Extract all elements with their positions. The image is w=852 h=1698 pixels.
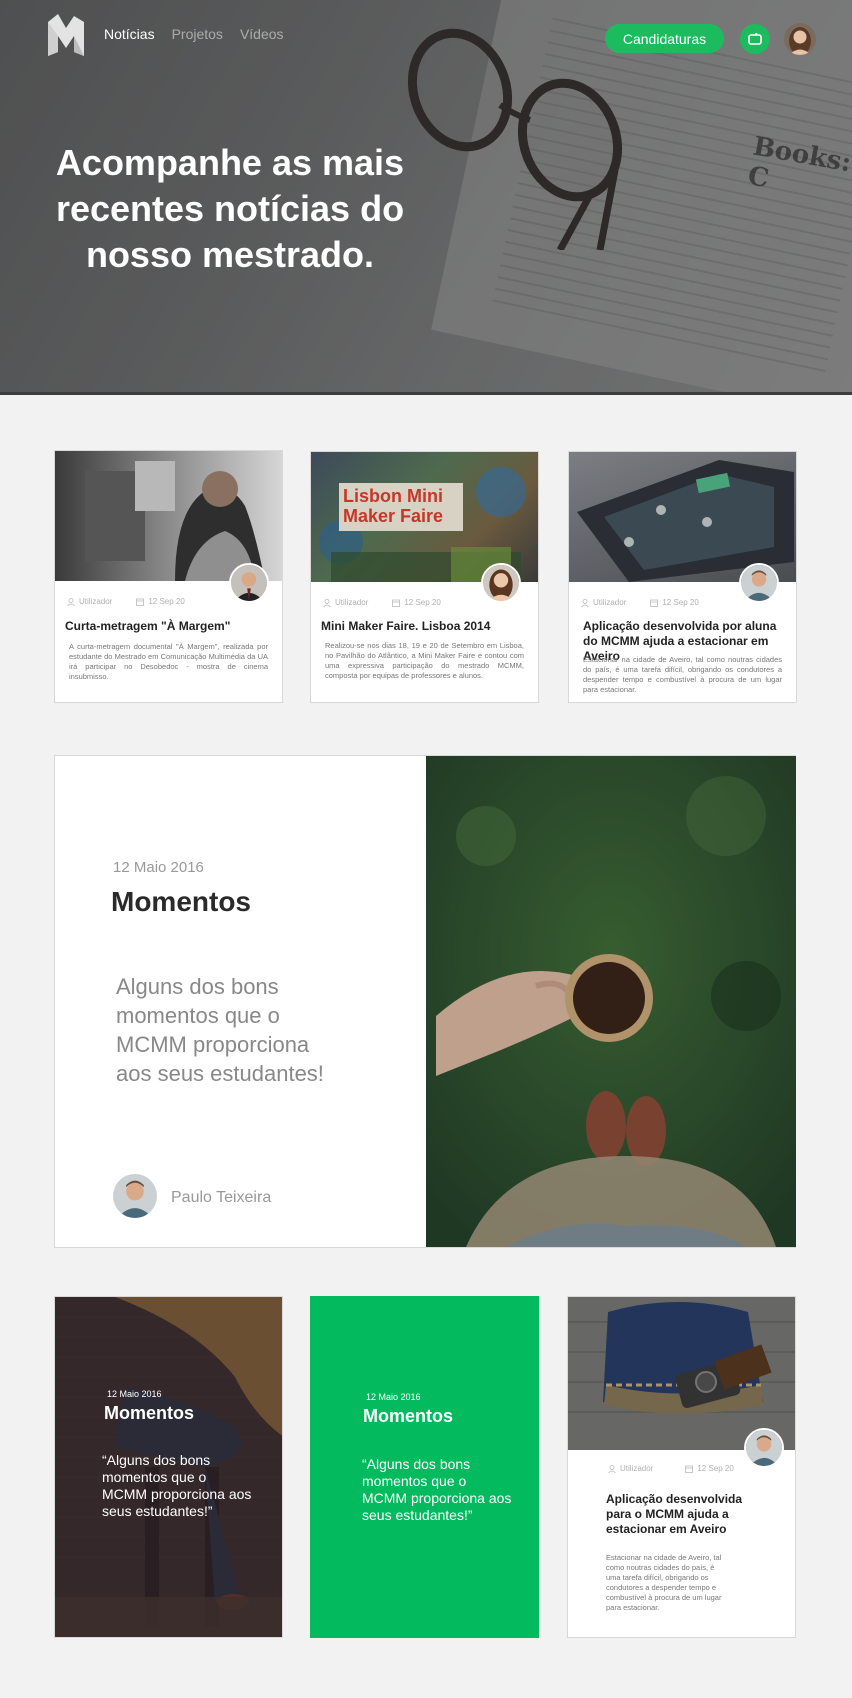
logo-icon[interactable] — [44, 12, 88, 58]
feature-text: Alguns dos bons momentos que o MCMM prop… — [116, 974, 324, 1086]
feature-date: 12 Maio 2016 — [113, 859, 204, 876]
card-excerpt: Realizou-se nos dias 18, 19 e 20 de Sete… — [325, 641, 524, 680]
calendar-icon — [392, 599, 401, 607]
user-icon — [581, 598, 589, 607]
card-meta: Utilizador 12 Sep 20 — [608, 1464, 734, 1473]
calendar-icon — [650, 599, 659, 607]
tile-title[interactable]: Momentos — [363, 1406, 453, 1427]
moment-tile[interactable]: 12 Maio 2016 Momentos “Alguns dos bons m… — [310, 1296, 539, 1638]
feature-card[interactable]: 12 Maio 2016 Momentos Alguns dos bons mo… — [54, 755, 796, 1248]
tile-quote: “Alguns dos bons momentos que o MCMM pro… — [102, 1452, 252, 1519]
card-title[interactable]: Mini Maker Faire. Lisboa 2014 — [321, 619, 528, 634]
card-excerpt: Estacionar na cidade de Aveiro, tal como… — [606, 1553, 722, 1612]
card-meta: Utilizador 12 Sep 20 — [581, 598, 699, 607]
author-avatar — [739, 563, 779, 603]
news-card[interactable]: Utilizador 12 Sep 20 Curta-metragem "À M… — [54, 450, 283, 703]
card-date: 12 Sep 20 — [148, 597, 185, 606]
hero-banner: Books: C Notícias Projetos Vídeos Candid… — [0, 0, 852, 395]
card-title[interactable]: Curta-metragem "À Margem" — [65, 619, 272, 634]
tile-quote: “Alguns dos bons momentos que o MCMM pro… — [362, 1456, 512, 1523]
feature-author-avatar — [113, 1174, 157, 1218]
feature-title[interactable]: Momentos — [111, 886, 251, 918]
calendar-icon — [136, 598, 145, 606]
author-avatar — [229, 563, 269, 603]
feature-image — [426, 756, 796, 1247]
card-excerpt: Estacionar na cidade de Aveiro, tal como… — [583, 655, 782, 694]
nav-videos[interactable]: Vídeos — [240, 26, 284, 42]
tile-date: 12 Maio 2016 — [107, 1389, 162, 1399]
card-date: 12 Sep 20 — [662, 598, 699, 607]
card-author: Utilizador — [593, 598, 627, 607]
user-icon — [608, 1464, 616, 1473]
tv-icon — [748, 33, 762, 45]
calendar-icon — [685, 1465, 694, 1473]
hero-border — [0, 392, 852, 395]
tv-button[interactable] — [740, 24, 770, 54]
candidaturas-button[interactable]: Candidaturas — [605, 24, 724, 53]
card-author: Utilizador — [620, 1464, 654, 1473]
author-avatar — [481, 563, 521, 603]
card-date: 12 Sep 20 — [404, 598, 441, 607]
hero-title: Acompanhe as mais recentes notícias do n… — [55, 142, 405, 275]
tile-title[interactable]: Momentos — [104, 1403, 194, 1424]
user-avatar[interactable] — [784, 23, 816, 55]
card-meta: Utilizador 12 Sep 20 — [67, 597, 185, 606]
main-nav: Notícias Projetos Vídeos — [104, 26, 284, 42]
author-avatar — [744, 1428, 784, 1468]
user-icon — [67, 597, 75, 606]
news-card[interactable]: Utilizador 12 Sep 20 Aplicação desenvolv… — [568, 451, 797, 703]
nav-noticias[interactable]: Notícias — [104, 26, 155, 42]
lisbon-maker-faire-sign: Lisbon Mini Maker Faire — [343, 486, 444, 526]
user-icon — [323, 598, 331, 607]
news-card[interactable]: Utilizador 12 Sep 20 Aplicação desenvolv… — [567, 1296, 796, 1638]
card-author: Utilizador — [79, 597, 113, 606]
tile-date: 12 Maio 2016 — [366, 1392, 421, 1402]
card-meta: Utilizador 12 Sep 20 — [323, 598, 441, 607]
news-card[interactable]: Lisbon Mini Maker Faire Utilizador 12 Se… — [310, 451, 539, 703]
card-date: 12 Sep 20 — [697, 1464, 734, 1473]
moment-tile[interactable]: 12 Maio 2016 Momentos “Alguns dos bons m… — [54, 1296, 283, 1638]
feature-author: Paulo Teixeira — [171, 1189, 272, 1206]
card-title[interactable]: Aplicação desenvolvida para o MCMM ajuda… — [606, 1492, 749, 1537]
card-author: Utilizador — [335, 598, 369, 607]
card-image — [55, 451, 282, 581]
card-excerpt: A curta-metragem documental "À Margem", … — [69, 642, 268, 681]
card-image — [568, 1297, 795, 1450]
nav-projetos[interactable]: Projetos — [172, 26, 223, 42]
